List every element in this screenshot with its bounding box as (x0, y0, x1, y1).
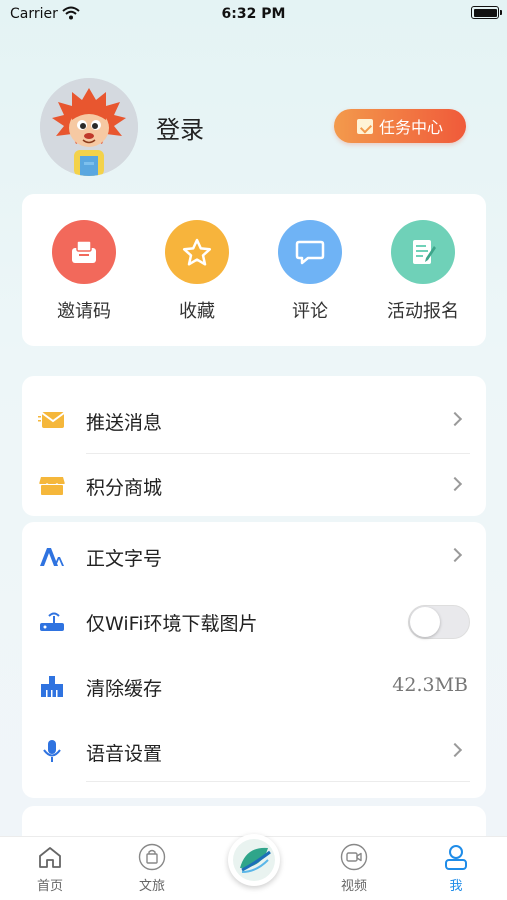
status-time: 6:32 PM (221, 6, 286, 22)
envelope-icon (38, 408, 66, 432)
toggle-knob (410, 607, 440, 637)
home-icon (20, 843, 80, 871)
divider (86, 781, 470, 782)
quick-action-comments[interactable]: 评论 (255, 220, 365, 323)
quick-action-label: 收藏 (179, 301, 215, 322)
menu-row-label: 积分商城 (86, 477, 163, 499)
video-camera-icon (324, 843, 384, 871)
task-center-label: 任务中心 (378, 118, 443, 137)
center-feature-button[interactable] (228, 834, 280, 886)
star-icon (165, 220, 229, 284)
chevron-right-icon (447, 742, 463, 758)
router-wifi-icon (38, 609, 66, 633)
quick-action-label: 邀请码 (57, 301, 111, 322)
menu-row-font-size[interactable]: 正文字号 (22, 524, 486, 588)
broom-icon (38, 674, 66, 698)
user-profile-icon (426, 843, 486, 871)
chevron-right-icon (447, 411, 463, 427)
tab-label: 视频 (340, 879, 367, 894)
battery-icon (471, 6, 502, 19)
menu-row-label: 语音设置 (86, 743, 163, 765)
leaf-logo-icon (233, 839, 275, 881)
menu-row-wifi-only: 仅WiFi环境下载图片 (22, 589, 486, 653)
menu-row-points-mall[interactable]: 积分商城 (22, 453, 486, 517)
microphone-icon (38, 739, 66, 763)
tab-label: 文旅 (138, 879, 165, 894)
wifi-only-toggle[interactable] (408, 605, 470, 639)
avatar[interactable] (40, 78, 138, 176)
tab-label: 我 (449, 879, 463, 894)
comment-icon (278, 220, 342, 284)
status-bar: Carrier 6:32 PM (0, 0, 507, 30)
menu-row-clear-cache[interactable]: 清除缓存 42.3MB (22, 654, 486, 718)
tab-label: 首页 (36, 879, 63, 894)
lion-mascot-icon (40, 78, 138, 176)
quick-actions-card: 邀请码 收藏 评论 活动报名 (22, 194, 486, 346)
menu-group-messages: 推送消息 积分商城 (22, 376, 486, 516)
tab-culture-travel[interactable]: 文旅 (122, 843, 182, 894)
quick-action-event-signup[interactable]: 活动报名 (368, 220, 478, 323)
invite-code-icon (52, 220, 116, 284)
quick-action-invite-code[interactable]: 邀请码 (29, 220, 139, 323)
chevron-right-icon (447, 476, 463, 492)
quick-action-favorites[interactable]: 收藏 (142, 220, 252, 323)
chevron-right-icon (447, 547, 463, 563)
menu-row-push-messages[interactable]: 推送消息 (22, 388, 486, 452)
menu-group-settings: 正文字号 仅WiFi环境下载图片 清除缓存 42.3MB 语音设置 (22, 522, 486, 798)
cache-size-value: 42.3MB (392, 674, 468, 696)
quick-action-label: 活动报名 (387, 301, 459, 322)
tab-video[interactable]: 视频 (324, 843, 384, 894)
menu-row-label: 清除缓存 (86, 678, 163, 700)
store-icon (38, 473, 66, 497)
task-center-button[interactable]: 任务中心 (334, 109, 466, 143)
login-link[interactable]: 登录 (156, 110, 204, 145)
menu-row-label: 正文字号 (86, 548, 163, 570)
font-size-icon (38, 544, 66, 568)
tab-home[interactable]: 首页 (20, 843, 80, 894)
menu-row-voice-settings[interactable]: 语音设置 (22, 719, 486, 783)
menu-row-label: 仅WiFi环境下载图片 (86, 613, 258, 635)
task-calendar-icon (356, 118, 373, 134)
quick-action-label: 评论 (292, 301, 328, 322)
signup-form-icon (391, 220, 455, 284)
menu-row-label: 推送消息 (86, 412, 163, 434)
shopping-bag-icon (122, 843, 182, 871)
tab-me[interactable]: 我 (426, 843, 486, 894)
